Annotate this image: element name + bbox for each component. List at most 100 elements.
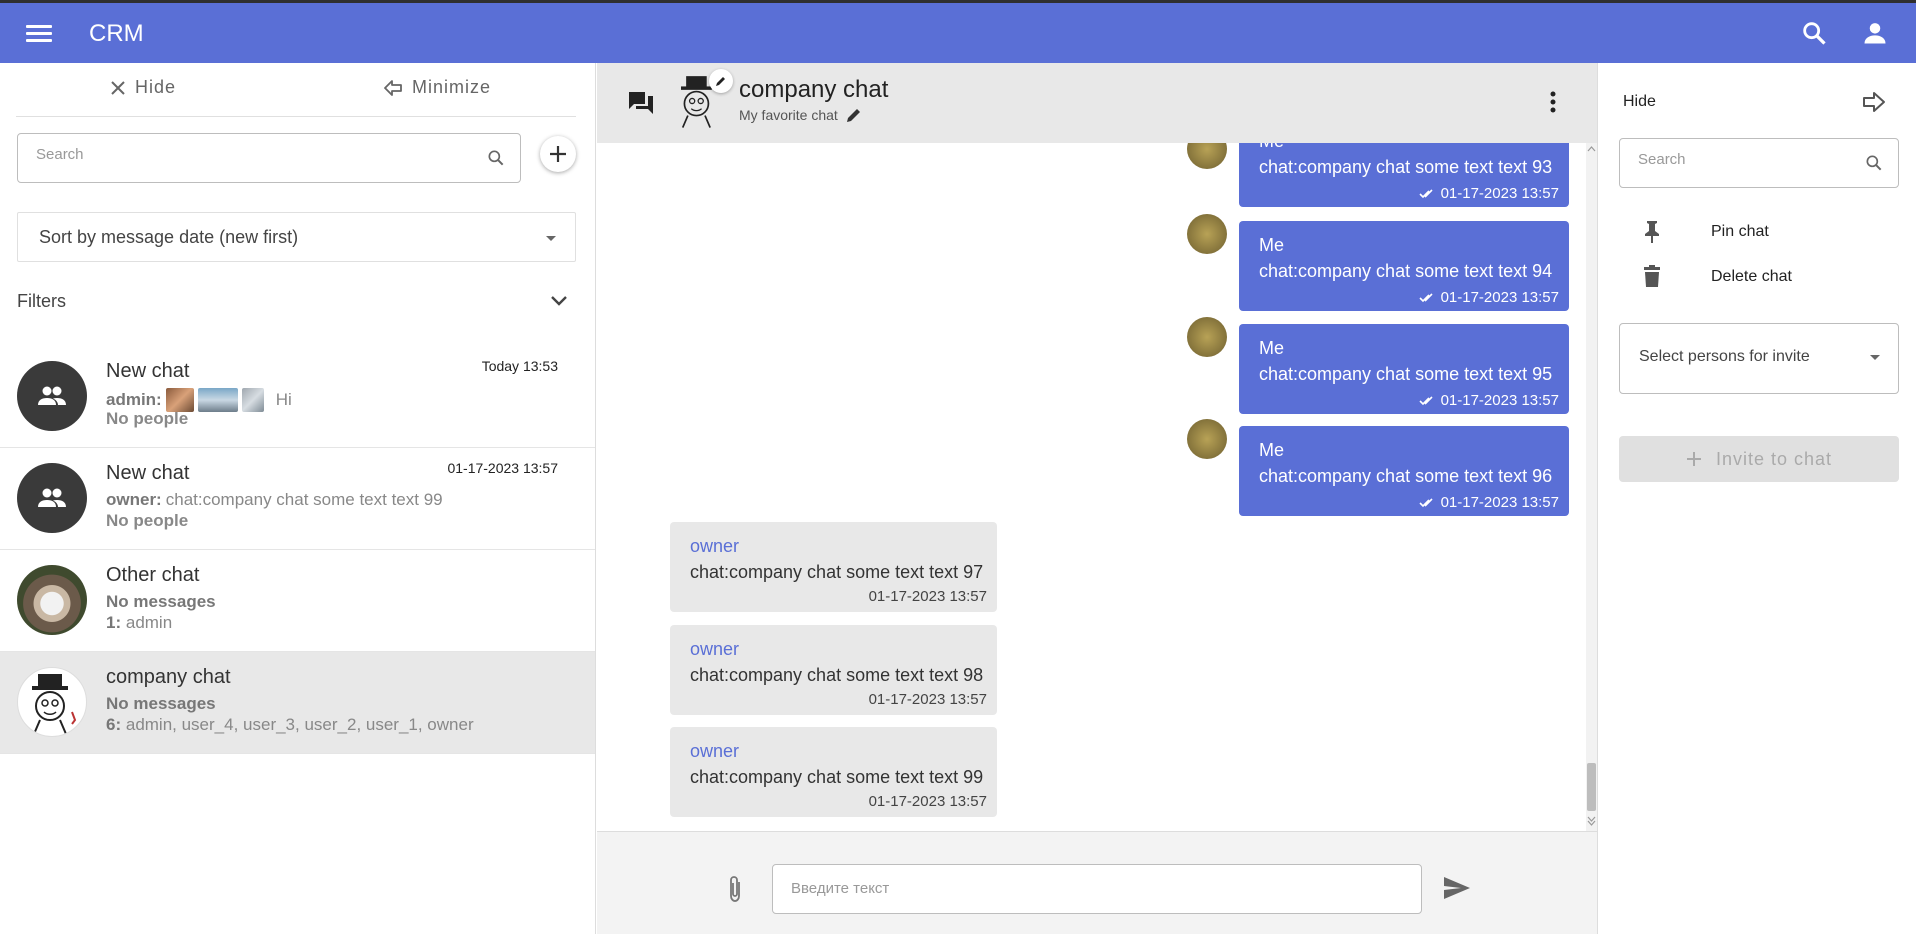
sender-name: owner: — [106, 490, 162, 509]
message-scrollbar[interactable] — [1586, 143, 1597, 831]
message-time: 01-17-2023 13:57 — [868, 793, 987, 810]
chat-list-item[interactable]: New chat Today 13:53 admin: Hi No people — [0, 346, 595, 448]
menu-icon[interactable] — [26, 22, 52, 44]
chat-name: New chat — [106, 462, 190, 484]
double-check-icon — [1418, 395, 1433, 405]
search-icon — [1866, 155, 1882, 171]
message-text: chat:company chat some text text 94 — [1259, 261, 1553, 281]
account-icon[interactable] — [1861, 19, 1889, 47]
arrow-right-icon[interactable] — [1862, 91, 1886, 113]
chat-list: New chat Today 13:53 admin: Hi No people… — [0, 346, 595, 754]
delete-chat-button[interactable]: Delete chat — [1623, 260, 1893, 294]
image-thumbnail — [197, 388, 238, 412]
avatar — [1187, 143, 1227, 169]
chat-description: My favorite chat — [739, 107, 838, 123]
chat-last-message: owner: chat:company chat some text text … — [106, 490, 443, 510]
chat-avatar[interactable] — [669, 69, 733, 131]
message-bubble: owner chat:company chat some text text 9… — [670, 522, 997, 612]
minimize-button[interactable]: Minimize — [384, 77, 491, 98]
double-check-icon — [1418, 188, 1433, 198]
chat-time: 01-17-2023 13:57 — [447, 460, 558, 476]
message-text: Hi — [275, 390, 292, 409]
message-time: 01-17-2023 13:57 — [1418, 494, 1559, 511]
chat-members: 6: admin, user_4, user_3, user_2, user_1… — [106, 715, 474, 735]
chat-name: New chat — [106, 360, 190, 382]
group-avatar — [17, 361, 87, 431]
message-list: Me chat:company chat some text text 93 0… — [597, 143, 1597, 831]
chat-subtitle: My favorite chat — [739, 107, 862, 123]
hide-panel-button[interactable]: Hide — [1623, 93, 1656, 111]
message-text: No messages — [106, 592, 216, 611]
member-count: 1: — [106, 613, 122, 632]
member-count: 6: — [106, 715, 122, 734]
message-author: owner — [690, 741, 740, 761]
chevron-down-icon — [551, 296, 567, 306]
group-icon — [38, 386, 66, 405]
chat-members: 1: admin — [106, 613, 172, 633]
invite-to-chat-button[interactable]: Invite to chat — [1619, 436, 1899, 482]
member-names: admin — [125, 613, 173, 632]
paperclip-icon[interactable] — [727, 874, 743, 904]
panel-search-input[interactable] — [1638, 151, 1861, 168]
add-chat-button[interactable] — [540, 136, 576, 172]
sort-select[interactable]: Sort by message date (new first) — [17, 212, 576, 262]
message-author: owner — [690, 639, 740, 659]
message-author: Me — [1259, 440, 1285, 460]
search-icon[interactable] — [1800, 19, 1828, 47]
message-author: Me — [1259, 338, 1285, 358]
minimize-label: Minimize — [412, 77, 492, 97]
message-bubble: owner chat:company chat some text text 9… — [670, 727, 997, 817]
chat-time: Today 13:53 — [481, 358, 558, 374]
sender-name: admin: — [106, 390, 162, 409]
message-time: 01-17-2023 13:57 — [868, 588, 987, 605]
message-text: chat:company chat some text text 99 — [690, 767, 984, 787]
filters-toggle[interactable]: Filters — [17, 291, 576, 319]
message-bubble: owner chat:company chat some text text 9… — [670, 625, 997, 715]
chat-avatar — [17, 565, 87, 635]
arrow-left-icon — [384, 79, 402, 96]
send-icon[interactable] — [1443, 876, 1471, 900]
message-input[interactable] — [791, 880, 1391, 897]
hide-button[interactable]: Hide — [111, 77, 176, 98]
chat-search-field[interactable] — [17, 133, 521, 183]
group-avatar — [17, 463, 87, 533]
message-bubble: Me chat:company chat some text text 93 0… — [1239, 143, 1569, 207]
group-icon — [38, 488, 66, 507]
chat-list-item[interactable]: company chat No messages 6: admin, user_… — [0, 652, 595, 754]
hide-label: Hide — [135, 77, 177, 97]
chat-search-input[interactable] — [36, 146, 438, 163]
more-vert-icon[interactable] — [1550, 91, 1556, 113]
chat-list-panel: Hide Minimize Sort by message date (new … — [0, 63, 596, 934]
pin-chat-button[interactable]: Pin chat — [1623, 215, 1893, 249]
invite-persons-select[interactable]: Select persons for invite — [1619, 323, 1899, 394]
search-icon — [488, 150, 504, 166]
plus-icon — [1686, 452, 1701, 466]
message-time: 01-17-2023 13:57 — [868, 691, 987, 708]
app-bar: CRM — [0, 0, 1916, 63]
pencil-icon[interactable] — [709, 69, 733, 93]
pencil-icon[interactable] — [846, 107, 862, 123]
avatar — [1187, 214, 1227, 254]
panel-search-field[interactable] — [1619, 138, 1899, 188]
message-text: chat:company chat some text text 93 — [1259, 157, 1553, 177]
message-text: chat:company chat some text text 96 — [1259, 466, 1553, 486]
message-bubble: Me chat:company chat some text text 95 0… — [1239, 324, 1569, 414]
message-text: No messages — [106, 694, 216, 713]
chevron-down-icon — [546, 236, 556, 241]
trash-icon — [1644, 265, 1660, 287]
scrollbar-thumb[interactable] — [1587, 763, 1596, 811]
chat-list-item[interactable]: Other chat No messages 1: admin — [0, 550, 595, 652]
chevron-down-icon — [1870, 355, 1880, 360]
chat-list-item[interactable]: New chat 01-17-2023 13:57 owner: chat:co… — [0, 448, 595, 550]
chat-last-message: No messages — [106, 592, 216, 612]
member-names: admin, user_4, user_3, user_2, user_1, o… — [125, 715, 474, 734]
message-text: chat:company chat some text text 99 — [165, 490, 443, 509]
close-icon — [111, 80, 125, 95]
message-text: chat:company chat some text text 97 — [690, 562, 984, 582]
chat-members: No people — [106, 511, 189, 530]
pin-icon — [1645, 221, 1659, 243]
forum-icon[interactable] — [627, 90, 655, 116]
message-text: chat:company chat some text text 95 — [1259, 364, 1553, 384]
message-composer — [597, 831, 1597, 934]
message-input-field[interactable] — [772, 864, 1422, 914]
